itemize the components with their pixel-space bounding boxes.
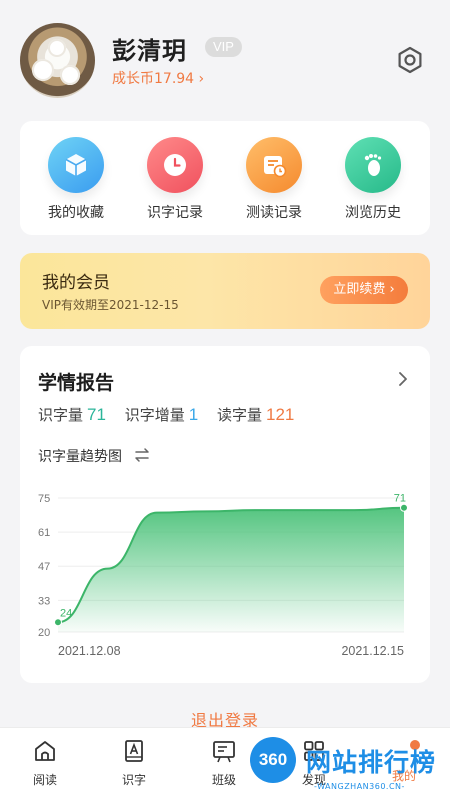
- quick-item-favorites[interactable]: 我的收藏: [36, 137, 116, 222]
- x-tick-label: 2021.12.15: [341, 644, 404, 658]
- y-tick-label: 33: [38, 595, 50, 607]
- nav-label: 班级: [211, 773, 236, 787]
- watermark-text: 网站排行榜: [306, 748, 437, 777]
- nav-label: 识字: [121, 773, 146, 787]
- user-name: 彭清玥: [112, 37, 187, 65]
- growth-coins-link[interactable]: 成长币17.94 ›: [112, 68, 204, 88]
- y-tick-label: 75: [38, 493, 50, 505]
- watermark-sub: -WANGZHAN360.CN-: [314, 782, 405, 791]
- stat-label: 识字量: [38, 406, 84, 424]
- avatar[interactable]: [20, 23, 95, 98]
- chevron-right-icon[interactable]: [396, 370, 410, 388]
- nav-label: 阅读: [32, 773, 57, 787]
- settings-button[interactable]: [394, 44, 426, 76]
- cube-icon: [48, 137, 104, 193]
- nav-item-literacy[interactable]: 识字: [104, 738, 164, 788]
- gear-icon: [398, 46, 422, 74]
- swap-icon[interactable]: [134, 447, 150, 463]
- stat-literacy-increment: 识字增量 1: [125, 404, 198, 425]
- renew-button[interactable]: 立即续费 ›: [320, 276, 408, 304]
- watermark: 360 网站排行榜 -WANGZHAN360.CN-: [250, 737, 450, 800]
- quick-item-label: 浏览历史: [345, 205, 401, 221]
- quick-item-literacy-records[interactable]: 识字记录: [135, 137, 215, 222]
- report-stats: 识字量 71 识字增量 1 读字量 121: [38, 404, 308, 425]
- nav-item-read[interactable]: 阅读: [15, 738, 75, 788]
- trend-chart-label: 识字量趋势图: [38, 449, 122, 465]
- membership-title: 我的会员: [42, 273, 110, 293]
- book-a-icon: [125, 740, 143, 762]
- clock-icon: [147, 137, 203, 193]
- membership-card[interactable]: 我的会员 VIP有效期至2021-12-15 立即续费 ›: [20, 253, 430, 329]
- report-title: 学情报告: [38, 372, 115, 394]
- membership-expiry: VIP有效期至2021-12-15: [42, 298, 179, 312]
- class-icon: [213, 741, 235, 763]
- stat-value: 121: [266, 405, 295, 424]
- data-label: 71: [394, 493, 406, 505]
- y-tick-label: 61: [38, 527, 50, 539]
- x-tick-label: 2021.12.08: [58, 644, 121, 658]
- record-icon: [246, 137, 302, 193]
- trend-area: [58, 507, 404, 632]
- vip-badge: VIP: [205, 37, 242, 57]
- footprint-icon: [345, 137, 401, 193]
- quick-item-label: 我的收藏: [48, 205, 104, 221]
- y-tick-label: 20: [38, 627, 50, 639]
- learning-report-card: 学情报告 识字量 71 识字增量 1 读字量 121 识字量趋势图 20 33 47 61 7…: [20, 346, 430, 683]
- stat-label: 读字量: [216, 406, 262, 424]
- stat-value: 1: [188, 405, 199, 424]
- stat-reading-count: 读字量 121: [217, 404, 294, 425]
- quick-menu-card: 我的收藏 识字记录 测读记录 浏览历史: [20, 121, 430, 235]
- data-point: [54, 618, 62, 627]
- quick-item-reading-tests[interactable]: 测读记录: [234, 137, 314, 222]
- literacy-trend-chart: 20 33 47 61 75 24 71 2021.12.08 2021.12.15: [38, 493, 408, 658]
- stat-value: 71: [87, 405, 106, 424]
- data-point: [400, 503, 408, 512]
- nav-item-class[interactable]: 班级: [194, 738, 254, 788]
- watermark-logo: 360: [250, 737, 296, 783]
- quick-item-label: 识字记录: [147, 205, 203, 221]
- y-tick-label: 47: [38, 561, 50, 573]
- home-icon: [35, 741, 55, 761]
- quick-item-browse-history[interactable]: 浏览历史: [333, 137, 413, 222]
- quick-item-label: 测读记录: [246, 205, 302, 221]
- data-label: 24: [60, 607, 72, 619]
- stat-label: 识字增量: [124, 406, 185, 424]
- profile-header: 彭清玥 VIP 成长币17.94 ›: [0, 0, 450, 120]
- stat-literacy-count: 识字量 71: [38, 404, 106, 425]
